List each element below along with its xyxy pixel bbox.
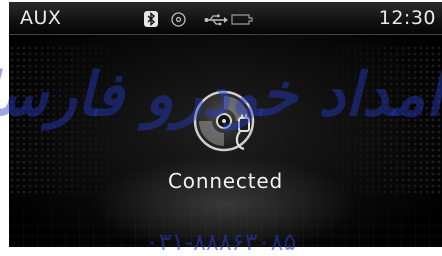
connection-status: Connected — [168, 169, 283, 193]
bluetooth-icon — [144, 11, 158, 27]
status-bar: AUX 12:30 — [9, 2, 442, 35]
disc-with-plug-icon — [193, 90, 255, 152]
disc-icon — [171, 12, 186, 27]
sd-card-icon — [231, 14, 253, 25]
head-unit-screen: AUX 12:30 Connected — [9, 2, 442, 247]
usb-icon — [204, 14, 228, 26]
source-label: AUX — [20, 7, 62, 29]
clock: 12:30 — [378, 7, 436, 29]
aux-main-area: Connected — [9, 35, 442, 247]
background-floor-grid — [9, 185, 442, 247]
